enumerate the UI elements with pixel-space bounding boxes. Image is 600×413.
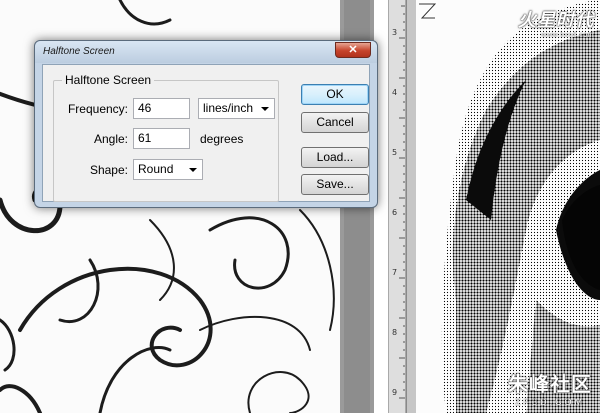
- shape-label: Shape:: [89, 163, 128, 177]
- cancel-button[interactable]: Cancel: [301, 112, 369, 133]
- watermark-top: 火星时代 www.hxsd.com: [518, 6, 594, 39]
- shape-select[interactable]: Round: [133, 159, 203, 180]
- frequency-label: Frequency:: [67, 102, 128, 116]
- ruler-number: 8: [392, 328, 398, 337]
- save-button[interactable]: Save...: [301, 174, 369, 195]
- watermark-top-text: 火星时代: [518, 10, 594, 30]
- frequency-field[interactable]: 46: [133, 98, 190, 119]
- ruler-number: 9: [392, 388, 398, 397]
- angle-field[interactable]: 61: [133, 128, 190, 149]
- dialog-title: Halftone Screen: [43, 46, 115, 57]
- ruler-ticks: [399, 5, 405, 399]
- shape-value: Round: [138, 162, 174, 176]
- load-button[interactable]: Load...: [301, 147, 369, 168]
- watermark-top-url: www.hxsd.com: [541, 32, 594, 39]
- zf3d-logo-icon: [418, 2, 438, 20]
- ruler-number: 5: [392, 148, 398, 157]
- vertical-ruler[interactable]: 3 4 5 6 7 8 9: [388, 0, 406, 413]
- ruler-number: 3: [392, 28, 398, 37]
- group-label: Halftone Screen: [62, 73, 155, 87]
- close-button[interactable]: ✕: [335, 42, 371, 58]
- ok-button[interactable]: OK: [301, 84, 369, 105]
- frequency-unit-select[interactable]: lines/inch: [198, 98, 275, 119]
- ruler-number: 6: [392, 208, 398, 217]
- ruler-number: 4: [392, 88, 398, 97]
- document-canvas-right: 火星时代 www.hxsd.com 朱峰社区 ZF3D.COM: [416, 0, 600, 413]
- angle-unit: degrees: [200, 132, 244, 146]
- chevron-down-icon: [261, 107, 269, 111]
- dialog-titlebar[interactable]: Halftone Screen ✕: [35, 41, 377, 63]
- watermark-bottom-url: ZF3D.COM: [515, 397, 585, 407]
- frequency-unit-value: lines/inch: [203, 101, 254, 115]
- halftone-screen-dialog: Halftone Screen ✕ Halftone Screen Freque…: [34, 40, 378, 208]
- watermark-bottom: 朱峰社区 ZF3D.COM: [508, 368, 592, 407]
- close-icon: ✕: [348, 44, 358, 56]
- ruler-number: 7: [392, 268, 398, 277]
- halftone-skull-artwork: [441, 0, 600, 413]
- watermark-bottom-text: 朱峰社区: [508, 374, 592, 396]
- dialog-body: Halftone Screen Frequency: 46 lines/inch…: [42, 64, 370, 202]
- canvas-edge: [406, 0, 416, 413]
- angle-label: Angle:: [93, 132, 128, 146]
- halftone-screen-group: Halftone Screen Frequency: 46 lines/inch…: [53, 73, 279, 202]
- chevron-down-icon: [189, 168, 197, 172]
